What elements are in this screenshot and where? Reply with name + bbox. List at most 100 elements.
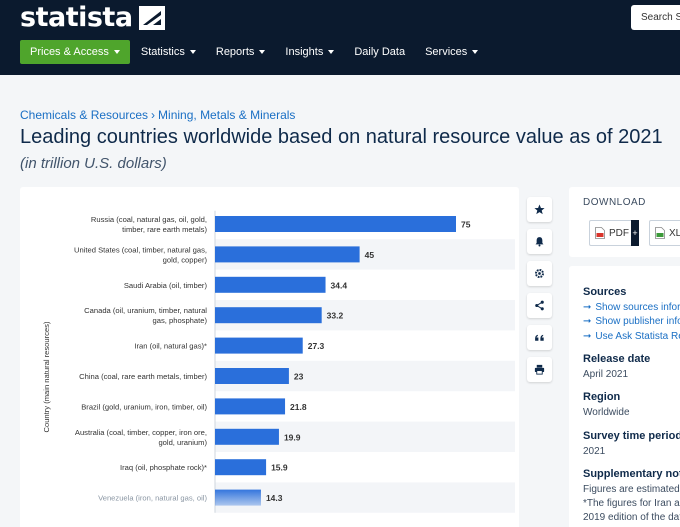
bar[interactable] [215, 398, 286, 415]
breadcrumb-chemicals[interactable]: Chemicals & Resources [20, 108, 148, 122]
breadcrumb-separator: › [151, 108, 156, 122]
show-sources-link[interactable]: ➞ Show sources infor [583, 302, 680, 313]
nav-daily-data[interactable]: Daily Data [344, 40, 415, 64]
chevron-down-icon [189, 50, 196, 55]
chart-card: 75 Russia (coal, natural gas, oil, gold, t… [20, 187, 519, 527]
supplementary-note-line: Figures are estimated. [583, 484, 680, 495]
bar[interactable] [215, 428, 279, 445]
nav-statistics[interactable]: Statistics [131, 40, 206, 64]
category-label: Australia (coal, timber, copper, iron or… [75, 428, 207, 437]
gear-icon [534, 268, 545, 279]
link-label: Show sources infor [595, 302, 680, 313]
category-label: timber, rare earth metals) [122, 225, 207, 234]
region-value: Worldwide [583, 407, 630, 418]
download-xls-button[interactable]: XLS [649, 220, 680, 246]
bar[interactable] [215, 337, 303, 354]
bar-value-label: 14.3 [266, 493, 283, 503]
category-label: United States (coal, timber, natural gas… [74, 245, 207, 254]
category-label: Russia (coal, natural gas, oil, gold, [91, 215, 207, 224]
logo-mark-icon [138, 5, 165, 30]
nav-label: Services [425, 46, 468, 58]
bar-value-label: 33.2 [327, 311, 344, 321]
arrow-right-icon: ➞ [583, 302, 592, 313]
arrow-right-icon: ➞ [583, 316, 592, 327]
cite-button[interactable] [527, 325, 552, 350]
chart-toolbar [527, 197, 552, 389]
nav-reports[interactable]: Reports [206, 40, 276, 64]
bar-value-label: 23 [294, 372, 304, 382]
release-date-heading: Release date [583, 353, 651, 365]
survey-period-value: 2021 [583, 446, 606, 457]
chevron-down-icon [472, 50, 479, 55]
xls-file-icon [655, 227, 665, 239]
bar[interactable] [215, 459, 267, 476]
supplementary-notes-heading: Supplementary notes [583, 468, 680, 480]
sources-heading: Sources [583, 286, 627, 298]
bar-value-label: 34.4 [331, 280, 348, 290]
bar-value-label: 21.8 [290, 402, 307, 412]
bar[interactable] [215, 216, 456, 232]
page-title: Leading countries worldwide based on nat… [20, 126, 663, 148]
chevron-down-icon [328, 50, 335, 55]
bar-value-label: 27.3 [308, 341, 325, 351]
nav-label: Prices & Access [30, 46, 109, 58]
quote-icon [535, 334, 544, 341]
ask-statista-link[interactable]: ➞ Use Ask Statista Res [583, 331, 680, 342]
print-button[interactable] [527, 357, 552, 382]
breadcrumb: Chemicals & Resources › Mining, Metals & M… [20, 108, 295, 122]
show-publisher-link[interactable]: ➞ Show publisher info [583, 316, 680, 327]
category-label: Canada (oil, uranium, timber, natural [84, 306, 207, 315]
search-input[interactable]: Search Sta [631, 5, 680, 30]
share-button[interactable] [527, 293, 552, 318]
statista-logo[interactable]: statista [20, 2, 165, 33]
bar[interactable] [215, 368, 289, 384]
bar-value-label: 45 [365, 250, 375, 260]
bar-value-label: 15.9 [271, 463, 288, 473]
nav-label: Daily Data [354, 46, 406, 58]
favorite-button[interactable] [527, 197, 552, 222]
category-label: Brazil (gold, uranium, iron, timber, oil… [81, 402, 207, 411]
nav-insights[interactable]: Insights [275, 40, 344, 64]
survey-period-heading: Survey time period [583, 430, 680, 442]
nav-label: Statistics [140, 46, 185, 58]
download-pdf-button[interactable]: PDF [589, 220, 633, 246]
nav-prices-access[interactable]: Prices & Access [20, 40, 130, 64]
settings-button[interactable] [527, 261, 552, 286]
download-title: DOWNLOAD [583, 197, 646, 208]
bar-value-label: 75 [461, 220, 471, 230]
nav-services[interactable]: Services [415, 40, 488, 64]
bell-icon [535, 237, 544, 247]
logo-text: statista [20, 2, 133, 33]
link-label: Use Ask Statista Res [595, 331, 680, 342]
share-icon [535, 300, 544, 311]
pdf-label: PDF [609, 227, 629, 239]
pdf-file-icon [595, 227, 605, 239]
chevron-down-icon [259, 50, 266, 55]
download-panel: DOWNLOAD PDF + XLS [569, 187, 680, 257]
xls-label: XLS [669, 227, 680, 239]
region-heading: Region [583, 391, 621, 403]
nav-label: Insights [285, 46, 324, 58]
bar[interactable] [215, 276, 326, 293]
category-label: Venezuela (iron, natural gas, oil) [98, 494, 207, 503]
category-label: Saudi Arabia (oil, timber) [124, 281, 208, 290]
y-axis-title: Country (main natural resources) [42, 321, 51, 432]
statistic-details-panel: Sources ➞ Show sources infor ➞ Show publis… [569, 266, 680, 527]
pdf-options-button[interactable]: + [631, 220, 639, 246]
star-icon [534, 204, 545, 215]
bar[interactable] [215, 489, 261, 506]
category-label: gas, phosphate) [153, 316, 208, 325]
bar[interactable] [215, 307, 322, 324]
category-label: China (coal, rare earth metals, timber) [79, 372, 207, 381]
chevron-down-icon [113, 50, 120, 55]
print-icon [534, 364, 545, 375]
supplementary-note-line: 2019 edition of the dat [583, 512, 680, 523]
breadcrumb-mining[interactable]: Mining, Metals & Minerals [158, 108, 295, 122]
main-nav: Prices & Access Statistics Reports Insig… [20, 40, 488, 64]
bar[interactable] [215, 246, 360, 263]
link-label: Show publisher info [595, 316, 680, 327]
supplementary-note-line: *The figures for Iran an [583, 498, 680, 509]
bar-value-label: 19.9 [284, 432, 301, 442]
notify-button[interactable] [527, 229, 552, 254]
category-label: gold, copper) [163, 255, 208, 264]
